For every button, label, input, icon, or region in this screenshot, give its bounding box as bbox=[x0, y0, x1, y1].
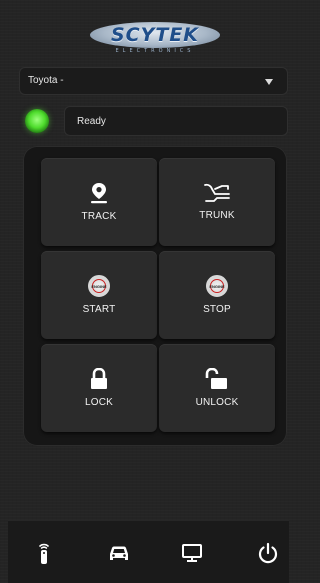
start-label: START bbox=[82, 304, 116, 315]
trunk-label: TRUNK bbox=[199, 210, 235, 221]
control-panel: TRACK TRUNK ENGINE START ENGINE STOP LOC… bbox=[23, 146, 287, 446]
lock-button[interactable]: LOCK bbox=[41, 344, 157, 432]
monitor-icon bbox=[182, 544, 202, 562]
status-text: Ready bbox=[77, 116, 106, 127]
unlock-icon bbox=[205, 368, 227, 389]
car-icon bbox=[110, 546, 128, 560]
track-button[interactable]: TRACK bbox=[41, 158, 157, 246]
brand-subtitle: ELECTRONICS bbox=[115, 48, 195, 54]
tab-car[interactable] bbox=[107, 541, 131, 565]
power-icon bbox=[258, 542, 278, 564]
engine-stop-badge-text: ENGINE bbox=[209, 283, 225, 289]
start-button[interactable]: ENGINE START bbox=[41, 251, 157, 339]
brand-logo: SCYTEK ELECTRONICS bbox=[90, 22, 220, 56]
bottom-tab-bar bbox=[8, 520, 289, 583]
vehicle-select-value: Toyota - bbox=[28, 75, 64, 86]
engine-start-badge-text: ENGINE bbox=[91, 283, 107, 289]
unlock-label: UNLOCK bbox=[195, 397, 239, 408]
tab-power[interactable] bbox=[256, 541, 280, 565]
trunk-button[interactable]: TRUNK bbox=[159, 158, 275, 246]
logo-badge: SCYTEK bbox=[90, 22, 220, 48]
remote-icon bbox=[39, 543, 49, 564]
stop-button[interactable]: ENGINE STOP bbox=[159, 251, 275, 339]
unlock-button[interactable]: UNLOCK bbox=[159, 344, 275, 432]
engine-start-icon: ENGINE bbox=[88, 275, 110, 297]
lock-icon bbox=[91, 368, 107, 389]
lock-label: LOCK bbox=[84, 397, 114, 408]
brand-name: SCYTEK bbox=[110, 24, 200, 46]
tab-remote[interactable] bbox=[32, 541, 56, 565]
status-field: Ready bbox=[64, 106, 288, 136]
stop-label: STOP bbox=[203, 304, 231, 315]
track-label: TRACK bbox=[81, 211, 117, 222]
status-led-indicator bbox=[25, 109, 49, 133]
engine-stop-icon: ENGINE bbox=[206, 275, 228, 297]
dropdown-arrow-icon bbox=[265, 79, 273, 85]
location-pin-icon bbox=[91, 183, 107, 204]
vehicle-select[interactable]: Toyota - bbox=[19, 67, 288, 95]
trunk-icon bbox=[204, 183, 230, 202]
tab-screen[interactable] bbox=[180, 541, 204, 565]
